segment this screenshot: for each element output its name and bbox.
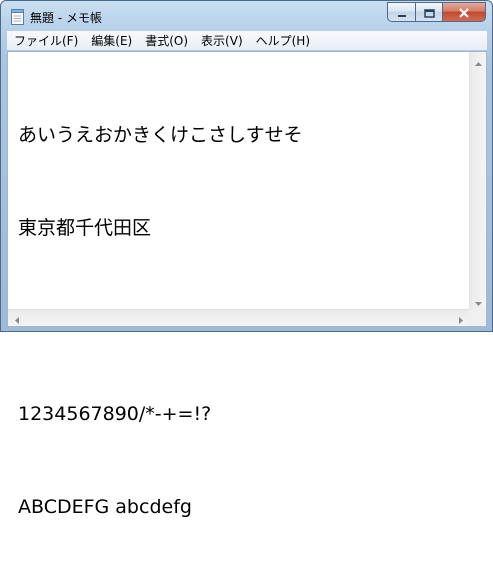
caption-buttons [387, 2, 486, 22]
close-button[interactable] [442, 2, 486, 22]
window-title: 無題 - メモ帳 [30, 11, 102, 25]
scroll-up-button[interactable] [470, 52, 487, 69]
maximize-button[interactable] [415, 2, 442, 22]
text-line: ABCDEFG abcdefg [18, 496, 192, 518]
text-line: あいうえおかきくけこさしすせそ [18, 124, 303, 146]
chevron-down-icon [475, 291, 482, 310]
menu-edit[interactable]: 編集(E) [84, 32, 138, 49]
text-line: 東京都千代田区 [18, 217, 152, 239]
notepad-icon[interactable] [11, 9, 24, 25]
scroll-down-button[interactable] [470, 292, 487, 309]
horizontal-scrollbar[interactable] [8, 309, 469, 326]
minimize-button[interactable] [387, 2, 415, 22]
notepad-window: 無題 - メモ帳 ファイル(F) 編集(E) 書式(O) 表示(V) ヘルプ(H… [0, 0, 493, 518]
chevron-right-icon [458, 309, 463, 328]
menu-file[interactable]: ファイル(F) [7, 32, 84, 49]
scroll-left-button[interactable] [8, 310, 25, 327]
text-editor[interactable]: あいうえおかきくけこさしすせそ 東京都千代田区 1234567890/*-+=!… [7, 51, 487, 518]
menu-view[interactable]: 表示(V) [194, 32, 249, 49]
chevron-left-icon [14, 309, 19, 328]
menu-bar: ファイル(F) 編集(E) 書式(O) 表示(V) ヘルプ(H) [7, 31, 487, 50]
menu-help[interactable]: ヘルプ(H) [249, 32, 316, 49]
minimize-icon [397, 3, 407, 22]
scroll-right-button[interactable] [452, 310, 469, 327]
close-icon [458, 3, 470, 22]
menu-format[interactable]: 書式(O) [138, 32, 194, 49]
maximize-icon [423, 3, 435, 22]
chevron-up-icon [475, 51, 482, 70]
text-line: 1234567890/*-+=!? [18, 403, 212, 425]
title-bar[interactable]: 無題 - メモ帳 [1, 1, 492, 31]
vertical-scrollbar[interactable] [469, 52, 486, 309]
size-grip[interactable] [469, 309, 486, 326]
